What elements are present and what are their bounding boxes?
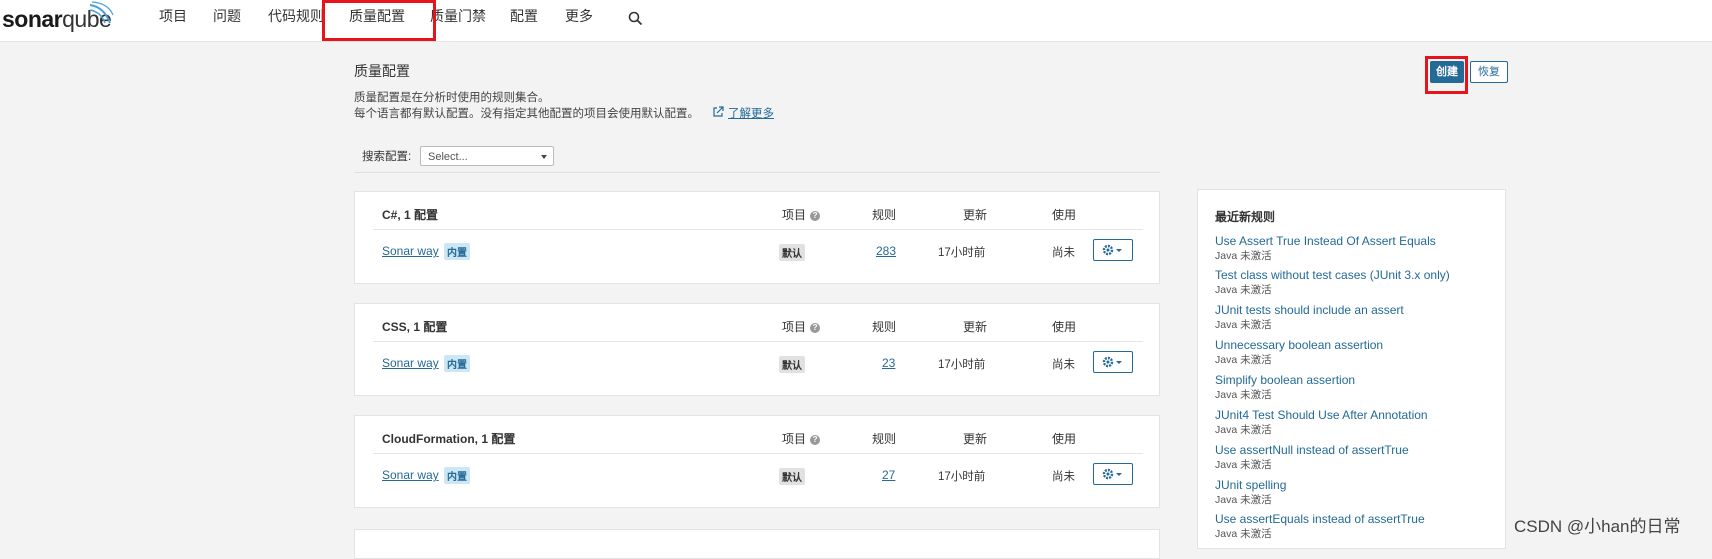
default-badge: 默认 [779,356,805,373]
search-profiles-label: 搜索配置: [362,151,412,163]
logo-arcs-icon [89,1,114,24]
card-language-title: CloudFormation, 1 配置 [382,432,516,446]
page-description-line1: 质量配置是在分析时使用的规则集合。 [354,92,550,104]
header-updated: 更新 [963,432,988,446]
search-profiles-select[interactable]: Select... [420,146,554,166]
profile-card-csharp: C#, 1 配置 项目? 规则 更新 使用 Sonar way 内置 默认 28… [354,191,1160,284]
builtin-badge: 内置 [444,243,470,260]
recent-rules-panel: 最近新规则 Use Assert True Instead Of Assert … [1197,189,1506,549]
select-placeholder: Select... [428,151,468,163]
restore-button[interactable]: 恢复 [1470,61,1508,83]
top-navbar: sonarqube 项目 问题 代码规则 质量配置 质量门禁 配置 更多 [0,0,1712,42]
updated-time: 17小时前 [938,359,986,371]
help-icon[interactable]: ? [810,434,821,445]
rule-link[interactable]: JUnit4 Test Should Use After Annotation [1215,408,1428,422]
profile-name-link[interactable]: Sonar way [382,356,439,370]
header-updated: 更新 [963,320,988,334]
header-used: 使用 [1052,320,1077,334]
used-status: 尚未 [1052,471,1075,483]
gear-icon [1102,468,1122,480]
rules-count-link[interactable]: 23 [882,356,895,370]
profile-name-link[interactable]: Sonar way [382,468,439,482]
header-updated: 更新 [963,208,988,222]
profile-name-link[interactable]: Sonar way [382,244,439,258]
nav-projects[interactable]: 项目 [159,7,187,25]
updated-time: 17小时前 [938,471,986,483]
header-used: 使用 [1052,432,1077,446]
header-projects: 项目? [782,430,821,447]
card-language-title: CSS, 1 配置 [382,320,448,334]
rule-meta: Java 未激活 [1215,250,1272,262]
help-icon[interactable]: ? [810,210,821,221]
profile-card-css: CSS, 1 配置 项目? 规则 更新 使用 Sonar way 内置 默认 2… [354,303,1160,396]
external-link-icon [713,106,724,117]
profile-card-partial [354,529,1160,559]
chevron-down-icon [541,155,547,159]
rule-meta: Java 未激活 [1215,424,1272,436]
rule-link[interactable]: Use assertNull instead of assertTrue [1215,443,1409,457]
help-icon[interactable]: ? [810,322,821,333]
create-button[interactable]: 创建 [1430,61,1464,83]
gear-icon [1102,356,1122,368]
header-rules: 规则 [872,208,897,222]
rule-link[interactable]: Test class without test cases (JUnit 3.x… [1215,268,1450,282]
row-divider [373,453,1143,454]
row-divider [373,229,1143,230]
builtin-badge: 内置 [444,355,470,372]
updated-time: 17小时前 [938,247,986,259]
divider [354,172,1160,173]
recent-rules-title: 最近新规则 [1215,210,1276,224]
rule-link[interactable]: Unnecessary boolean assertion [1215,338,1383,352]
rule-meta: Java 未激活 [1215,459,1272,471]
rule-meta: Java 未激活 [1215,389,1272,401]
nav-more[interactable]: 更多 [565,7,593,25]
card-language-title: C#, 1 配置 [382,208,439,222]
header-used: 使用 [1052,208,1077,222]
watermark-text: CSDN @小han的日常 [1514,517,1681,536]
header-projects: 项目? [782,206,821,223]
default-badge: 默认 [779,468,805,485]
rules-count-link[interactable]: 27 [882,468,895,482]
profile-actions-button[interactable] [1093,351,1133,373]
default-badge: 默认 [779,244,805,261]
row-divider [373,341,1143,342]
header-projects: 项目? [782,318,821,335]
rules-count-link[interactable]: 283 [876,244,896,258]
rule-link[interactable]: Use Assert True Instead Of Assert Equals [1215,234,1436,248]
profile-actions-button[interactable] [1093,239,1133,261]
used-status: 尚未 [1052,359,1075,371]
builtin-badge: 内置 [444,467,470,484]
rule-meta: Java 未激活 [1215,319,1272,331]
nav-quality-profiles[interactable]: 质量配置 [349,7,405,25]
nav-administration[interactable]: 配置 [510,7,538,25]
rule-link[interactable]: JUnit tests should include an assert [1215,303,1404,317]
header-rules: 规则 [872,432,897,446]
profile-card-cloudformation: CloudFormation, 1 配置 项目? 规则 更新 使用 Sonar … [354,415,1160,508]
nav-quality-gates[interactable]: 质量门禁 [430,7,486,25]
search-icon[interactable] [628,11,643,26]
page-description-line2: 每个语言都有默认配置。没有指定其他配置的项目会使用默认配置。 [354,108,699,120]
nav-issues[interactable]: 问题 [213,7,241,25]
gear-icon [1102,244,1122,256]
rule-link[interactable]: JUnit spelling [1215,478,1286,492]
rule-meta: Java 未激活 [1215,494,1272,506]
used-status: 尚未 [1052,247,1075,259]
learn-more-link[interactable]: 了解更多 [728,105,774,121]
nav-rules[interactable]: 代码规则 [268,7,324,25]
rule-meta: Java 未激活 [1215,284,1272,296]
rule-link[interactable]: Simplify boolean assertion [1215,373,1355,387]
rule-meta: Java 未激活 [1215,528,1272,540]
rule-link[interactable]: Use assertEquals instead of assertTrue [1215,512,1425,526]
rule-meta: Java 未激活 [1215,354,1272,366]
page-title: 质量配置 [354,63,410,79]
profile-actions-button[interactable] [1093,463,1133,485]
header-rules: 规则 [872,320,897,334]
